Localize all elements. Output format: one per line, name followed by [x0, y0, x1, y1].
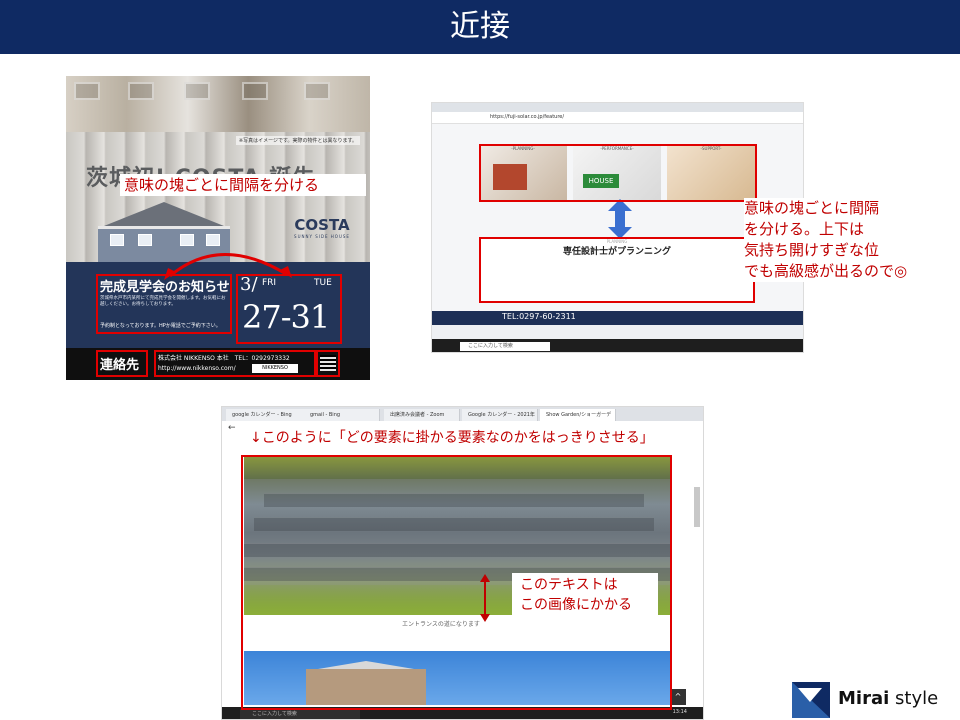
tab-gmail-bing: gmail - Bing [304, 409, 380, 421]
note-text-image-line-1: このテキストは [520, 577, 618, 593]
back-arrow-icon: ← [228, 423, 236, 433]
scrollbar-thumb [694, 487, 700, 527]
phone-bar: TEL:0297-60-2311 [432, 311, 803, 325]
note-spacing-line-2: を分ける。上下は [744, 220, 865, 238]
download-bar [432, 325, 803, 339]
tab-zoom: 出席済み会議者 - Zoom [384, 409, 460, 421]
mirai-logo-mark-icon [792, 682, 830, 718]
note-spacing-line-4: でも高級感が出るので◎ [744, 262, 908, 280]
note-spacing: 意味の塊ごとに間隔 を分ける。上下は 気持ち開けすぎな位 でも高級感が出るので◎ [744, 198, 954, 282]
note-spacing-line-3: 気持ち開けすぎな位 [744, 241, 880, 259]
slide-header: 近接 [0, 0, 960, 54]
note-text-image-line-2: この画像にかかる [520, 597, 632, 613]
taskbar-clock: 13:14 [672, 709, 687, 715]
connector-arc-icon [164, 253, 292, 280]
address-bar: https://fuji-solar.co.jp/feature/ [432, 112, 803, 124]
phone-number: TEL:0297-60-2311 [502, 312, 576, 321]
taskbar-search: ここに入力して検索 [240, 709, 360, 719]
browser-tab-strip [432, 103, 803, 112]
slide-title: 近接 [450, 9, 510, 44]
note-text-image: このテキストは この画像にかかる [512, 573, 658, 617]
mirai-logo-text: Mirai style [838, 688, 938, 709]
double-arrow-icon [608, 199, 632, 239]
scroll-to-top-icon: ^ [670, 689, 686, 705]
mirai-logo-light: style [889, 688, 939, 709]
mirai-style-logo: Mirai style [792, 682, 952, 718]
highlight-box-section [479, 237, 755, 303]
flyer-image: ※写真はイメージです。実際の物件とは異なります。 茨城初! COSTA 誕生 C… [66, 76, 370, 380]
callout-grouping: 意味の塊ごとに間隔を分ける [120, 174, 366, 196]
note-spacing-line-1: 意味の塊ごとに間隔 [744, 199, 880, 217]
highlight-box-thumbnails [479, 144, 757, 202]
note-relationship: ↓このように「どの要素に掛かる要素なのかをはっきりさせる」 [250, 425, 654, 449]
site-nav [472, 127, 772, 137]
taskbar: ここに入力して検索 [432, 339, 803, 352]
browser-tab-strip: google カレンダー - Bing gmail - Bing 出席済み会議者… [222, 407, 703, 421]
address-url: https://fuji-solar.co.jp/feature/ [490, 114, 565, 120]
vertical-double-arrow-icon [480, 574, 490, 622]
tab-show-garden: Show Garden/ショーガーデ [540, 409, 616, 421]
taskbar-search: ここに入力して検索 [460, 342, 550, 351]
tab-google-calendar: Google カレンダー - 2021年 [462, 409, 538, 421]
mirai-logo-bold: Mirai [838, 688, 890, 709]
